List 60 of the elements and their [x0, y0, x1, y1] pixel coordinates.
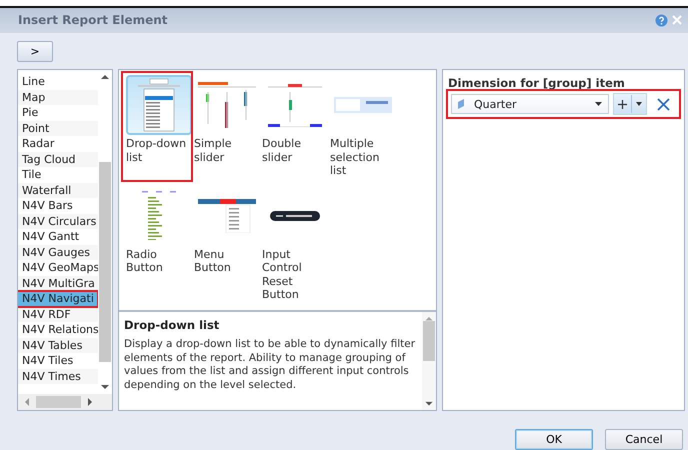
- caret-icon: [595, 102, 602, 106]
- help-icon[interactable]: [655, 14, 668, 27]
- caret-icon: [636, 102, 642, 106]
- expand-button[interactable]: >: [17, 40, 53, 62]
- dialog-button[interactable]: Cancel: [605, 429, 683, 450]
- gallery-item[interactable]: Drop-down list: [123, 73, 191, 180]
- gallery-item[interactable]: Double slider: [259, 73, 327, 180]
- vertical-scrollbar[interactable]: [422, 312, 436, 410]
- list-item[interactable]: Line: [18, 74, 98, 90]
- list-item[interactable]: N4V Tiles: [18, 353, 98, 368]
- gallery-item[interactable]: Radio Button: [123, 184, 191, 304]
- gallery-item[interactable]: Simple slider: [191, 73, 259, 180]
- gallery-label: Simple slider: [194, 137, 233, 164]
- thumbnail-drawing: [268, 84, 322, 126]
- scroll-down-icon[interactable]: [425, 400, 433, 406]
- list-item[interactable]: N4V Navigati: [18, 291, 98, 306]
- list-item[interactable]: Point: [18, 120, 98, 136]
- list-item[interactable]: Waterfall: [18, 182, 98, 198]
- list-item[interactable]: N4V MultiGra: [18, 276, 98, 291]
- window-title: Insert Report Element: [18, 13, 169, 28]
- list-item[interactable]: N4V Gauges: [18, 244, 98, 260]
- gallery-label: Double slider: [262, 137, 302, 164]
- scroll-right-icon[interactable]: [87, 398, 93, 406]
- list-item[interactable]: N4V Circulars: [18, 214, 98, 229]
- list-item[interactable]: N4V Times: [18, 368, 98, 384]
- gallery-label: Menu Button: [194, 248, 232, 274]
- list-item[interactable]: N4V Tables: [18, 338, 98, 353]
- gallery-label: Drop-down list: [126, 137, 188, 164]
- description-text: Display a drop-down list to be able to dynamically filter elements of the report. Ability to manage grouping of values from the list and assign different input controls depending on the level selected.: [124, 338, 416, 392]
- gallery-label: Multiple selection list: [330, 137, 380, 178]
- gallery-label: Input Control Reset Button: [262, 248, 303, 302]
- list-item[interactable]: Tile: [18, 167, 98, 182]
- thumbnail-drawing: [142, 191, 176, 240]
- dimension-dropdown[interactable]: Quarter: [451, 94, 609, 114]
- list-item[interactable]: Map: [18, 90, 98, 105]
- thumbnail-drawing: [270, 210, 320, 220]
- list-item[interactable]: N4V Gantt: [18, 229, 98, 244]
- list-item[interactable]: Tag Cloud: [18, 152, 98, 167]
- list-item[interactable]: N4V Bars: [18, 198, 98, 214]
- horizontal-scrollbar[interactable]: [18, 394, 112, 410]
- plus-icon: [618, 100, 627, 108]
- dimension-label: Dimension for [group] item: [448, 76, 626, 90]
- gallery-item[interactable]: Menu Button: [191, 184, 259, 304]
- gallery-label: Radio Button: [126, 248, 164, 274]
- dimension-icon: [458, 99, 464, 109]
- remove-icon[interactable]: [657, 98, 670, 110]
- scroll-up-icon[interactable]: [101, 74, 109, 80]
- gallery-item[interactable]: Input Control Reset Button: [259, 184, 327, 304]
- list-item[interactable]: Radar: [18, 136, 98, 152]
- list-item[interactable]: Pie: [18, 105, 98, 120]
- thumbnail-drawing: [198, 82, 256, 128]
- description-title: Drop-down list: [124, 318, 220, 332]
- thumbnail-drawing: [334, 97, 392, 113]
- add-split-button[interactable]: [613, 93, 647, 115]
- gallery-item[interactable]: Multiple selection list: [327, 73, 395, 180]
- thumbnail-drawing: [198, 198, 256, 232]
- dialog-button[interactable]: OK: [515, 429, 593, 450]
- list-item[interactable]: N4V Relations: [18, 322, 98, 338]
- scroll-left-icon[interactable]: [24, 398, 30, 406]
- scroll-down-icon[interactable]: [101, 384, 109, 390]
